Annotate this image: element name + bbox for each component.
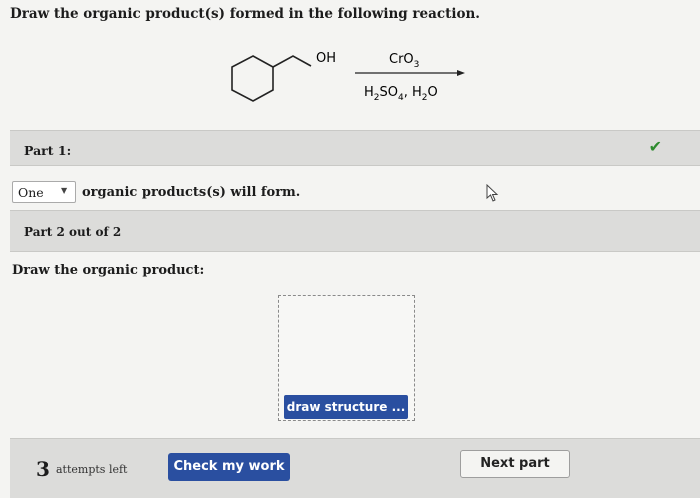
- reaction-arrowhead: [457, 70, 465, 76]
- part1-header: Part 1: ✔: [10, 130, 700, 166]
- dropdown-arrow-icon: ▼: [61, 186, 68, 195]
- reagent-bottom: H2SO4, H2O: [364, 85, 438, 103]
- mouse-cursor-icon: [486, 184, 499, 202]
- reagent-top: CrO3: [389, 52, 419, 70]
- part2-header: Part 2 out of 2: [10, 210, 700, 252]
- question-text: Draw the organic product(s) formed in th…: [10, 6, 480, 22]
- part1-label: Part 1:: [24, 143, 72, 158]
- check-my-work-button[interactable]: Check my work: [168, 453, 290, 481]
- cyclohexane-ring: [231, 55, 274, 102]
- check-mark-icon: ✔: [648, 137, 662, 156]
- product-count-text: organic products(s) will form.: [82, 185, 301, 200]
- product-count-select[interactable]: One ▼: [12, 181, 76, 203]
- hydroxyl-label: OH: [316, 51, 336, 66]
- reaction-scheme: OH CrO3 H2SO4, H2O: [231, 51, 465, 103]
- next-part-button[interactable]: Next part: [460, 450, 570, 478]
- hydroxymethyl-chain: [272, 55, 312, 68]
- draw-instruction: Draw the organic product:: [12, 263, 205, 278]
- product-count-value: One: [18, 185, 44, 200]
- attempts-label: attempts left: [56, 463, 128, 476]
- footer-bar: 3 attempts left Check my work Next part: [10, 438, 700, 498]
- attempts-count: 3: [36, 457, 50, 481]
- draw-structure-button[interactable]: draw structure ...: [284, 395, 408, 419]
- part2-label: Part 2 out of 2: [24, 225, 122, 239]
